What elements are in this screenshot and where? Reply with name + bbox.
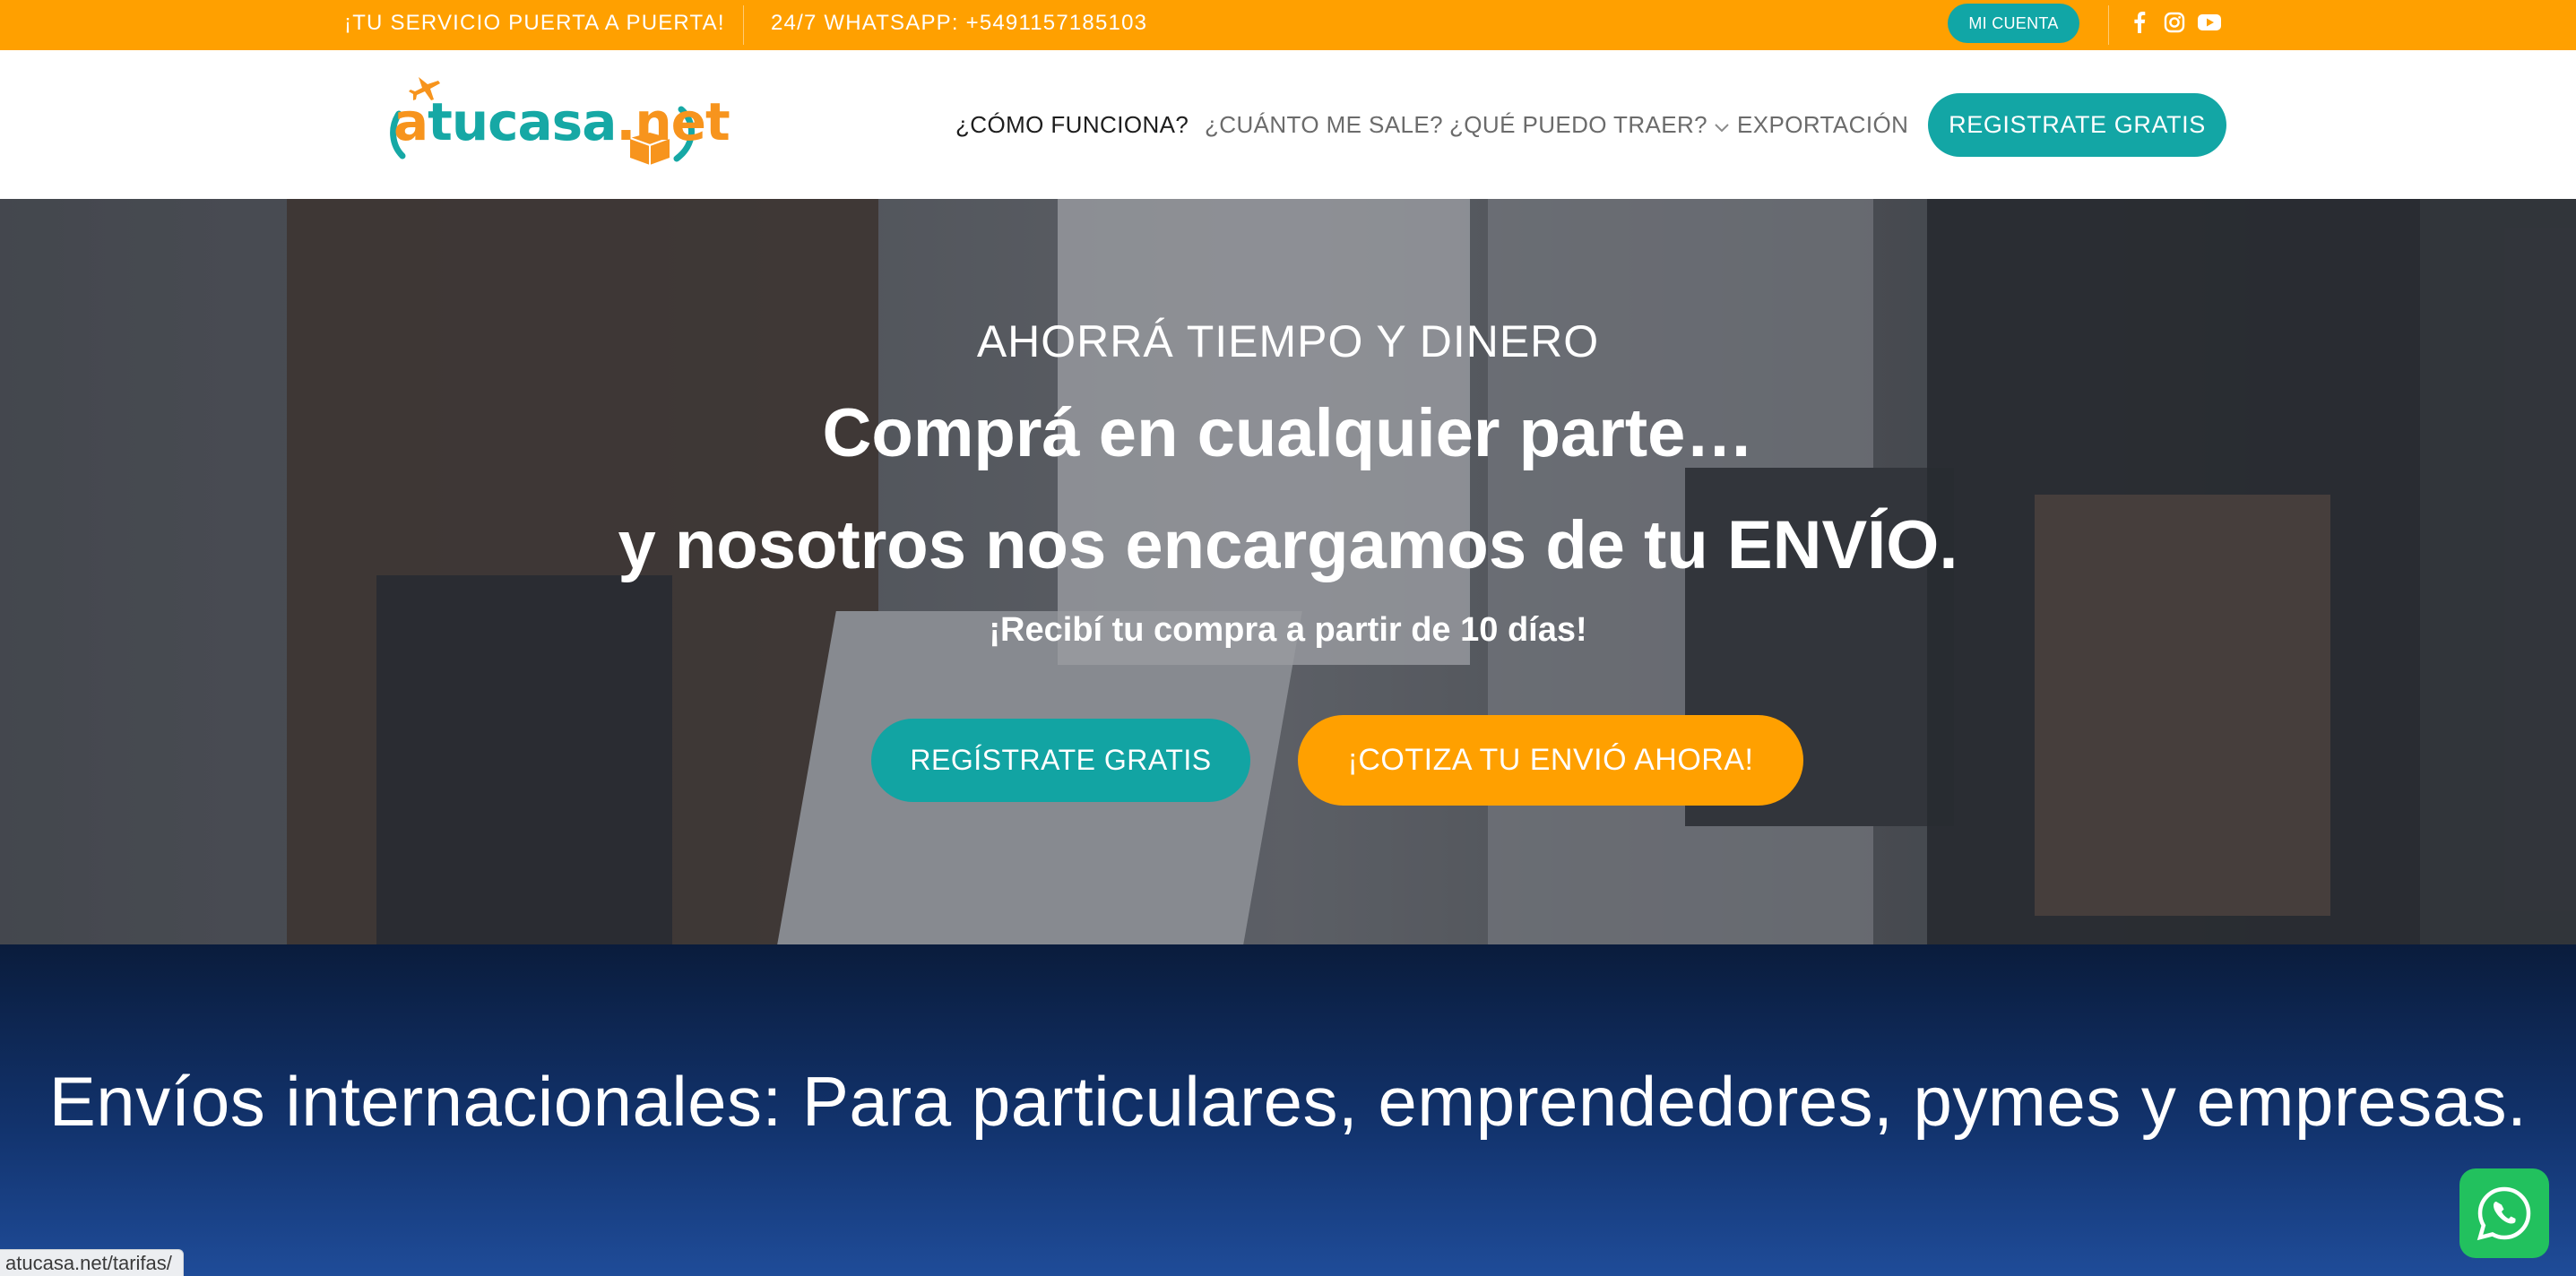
chevron-down-icon: [1715, 111, 1729, 139]
nav-how-much[interactable]: ¿CUÁNTO ME SALE?: [1205, 50, 1443, 199]
whatsapp-icon: [2477, 1186, 2531, 1241]
audience-band-title: Envíos internacionales: Para particulare…: [48, 1062, 2528, 1141]
nav-how-it-works[interactable]: ¿CÓMO FUNCIONA?: [955, 50, 1189, 199]
instagram-icon[interactable]: [2161, 9, 2188, 36]
youtube-icon[interactable]: [2196, 9, 2223, 36]
hero-quote-button[interactable]: ¡COTIZA TU ENVIÓ AHORA!: [1298, 715, 1803, 806]
top-bar-divider-right: [2108, 5, 2109, 45]
top-bar: ¡TU SERVICIO PUERTA A PUERTA! 24/7 WHATS…: [0, 0, 2576, 50]
hero-eyebrow: AHORRÁ TIEMPO Y DINERO: [976, 316, 1600, 366]
register-free-button[interactable]: REGISTRATE GRATIS: [1928, 93, 2226, 157]
status-bar-url: atucasa.net/tarifas/: [0, 1249, 184, 1276]
whatsapp-number-link[interactable]: 24/7 WHATSAPP: +5491157185103: [771, 0, 1147, 50]
audience-band: Envíos internacionales: Para particulare…: [0, 944, 2576, 1276]
site-logo[interactable]: atucasa.net: [381, 73, 730, 177]
hero-headline-line2: y nosotros nos encargamos de tu ENVÍO.: [618, 507, 1958, 583]
hero-subheadline: ¡Recibí tu compra a partir de 10 días!: [989, 611, 1587, 649]
hero-section: AHORRÁ TIEMPO Y DINERO Comprá en cualqui…: [0, 199, 2576, 944]
logo-wordmark: atucasa.net: [393, 91, 730, 152]
nav-what-can-i-bring-label: ¿QUÉ PUEDO TRAER?: [1449, 110, 1708, 138]
nav-export[interactable]: EXPORTACIÓN: [1737, 50, 1908, 199]
door-to-door-message: ¡TU SERVICIO PUERTA A PUERTA!: [344, 11, 725, 35]
hero-register-button[interactable]: REGÍSTRATE GRATIS: [871, 719, 1250, 802]
nav-what-can-i-bring[interactable]: ¿QUÉ PUEDO TRAER?: [1449, 50, 1729, 199]
whatsapp-float-button[interactable]: [2459, 1168, 2549, 1258]
my-account-button[interactable]: MI CUENTA: [1948, 4, 2079, 43]
facebook-icon[interactable]: [2126, 9, 2153, 36]
hero-headline-line1: Comprá en cualquier parte…: [822, 395, 1754, 471]
top-bar-divider: [743, 5, 744, 45]
site-header: atucasa.net ¿CÓMO FUNCIONA? ¿CUÁNTO ME S…: [0, 50, 2576, 199]
